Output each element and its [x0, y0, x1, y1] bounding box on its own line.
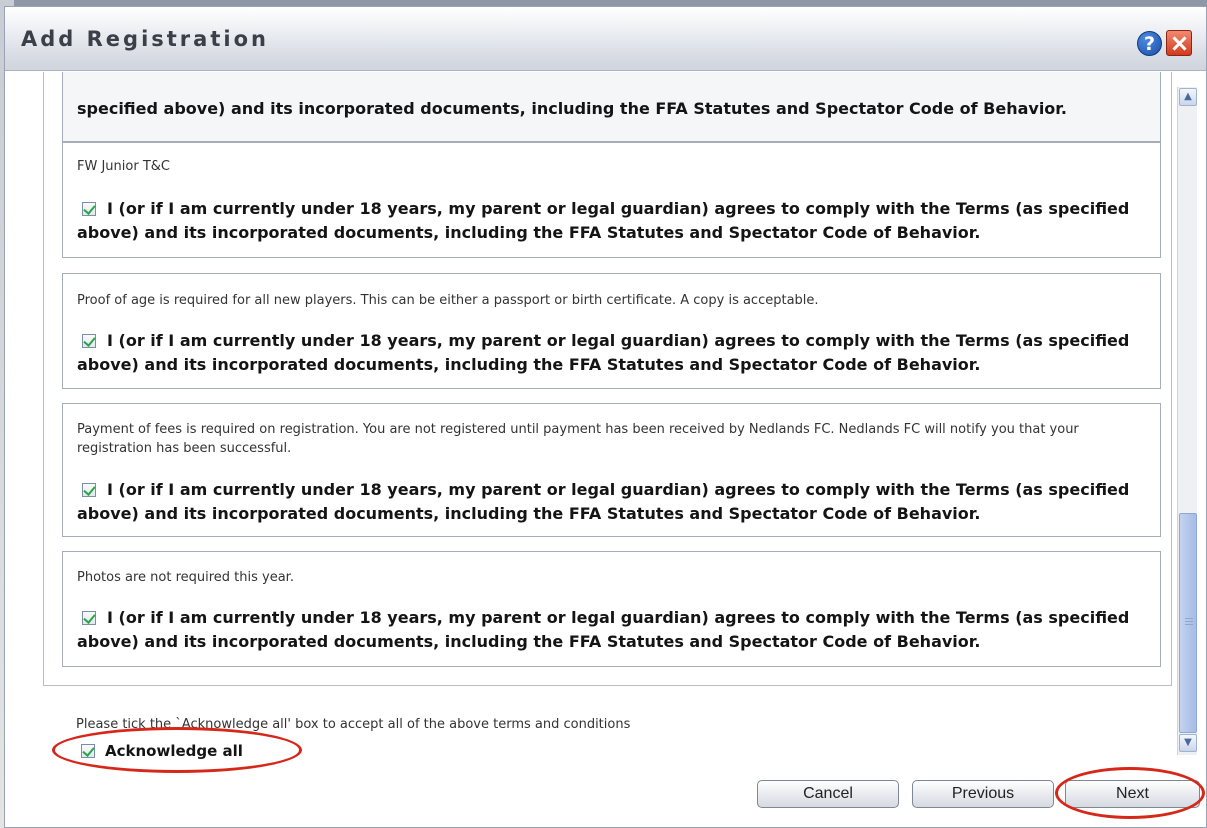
annotation-circle-acknowledge	[52, 727, 302, 773]
help-icon[interactable]: ?	[1137, 31, 1162, 56]
tc-agreement-row: I (or if I am currently under 18 years, …	[77, 478, 1157, 526]
vertical-scrollbar[interactable]: ▲ ▼	[1177, 87, 1197, 755]
agree-checkbox[interactable]	[82, 202, 96, 216]
tc-agreement-row: specified above) and its incorporated do…	[77, 97, 1157, 121]
tc-section-heading: FW Junior T&C	[77, 159, 170, 174]
agree-checkbox[interactable]	[82, 611, 96, 625]
tc-agreement-row: I (or if I am currently under 18 years, …	[77, 329, 1157, 377]
scrollbar-thumb[interactable]	[1179, 513, 1197, 733]
tc-agreement-text: I (or if I am currently under 18 years, …	[77, 199, 1130, 242]
tc-agreement-row: I (or if I am currently under 18 years, …	[77, 197, 1157, 245]
scroll-up-icon[interactable]: ▲	[1179, 88, 1197, 106]
cancel-button[interactable]: Cancel	[757, 780, 899, 808]
terms-scroll-area[interactable]: specified above) and its incorporated do…	[5, 72, 1175, 716]
tc-section: FW Junior T&C I (or if I am currently un…	[62, 142, 1161, 258]
tc-section-partial: specified above) and its incorporated do…	[62, 72, 1161, 142]
tc-agreement-text: specified above) and its incorporated do…	[77, 99, 1067, 118]
tc-section-heading: Proof of age is required for all new pla…	[77, 293, 819, 308]
close-icon[interactable]	[1166, 30, 1192, 56]
dialog-title: Add Registration	[21, 27, 269, 51]
tc-agreement-text: I (or if I am currently under 18 years, …	[77, 608, 1130, 651]
tc-section-heading: Photos are not required this year.	[77, 570, 294, 585]
tc-section-heading: Payment of fees is required on registrat…	[77, 422, 1079, 456]
agree-checkbox[interactable]	[82, 483, 96, 497]
add-registration-dialog: Add Registration ? specified above) and …	[4, 6, 1207, 828]
tc-agreement-text: I (or if I am currently under 18 years, …	[77, 331, 1130, 374]
tc-section: Proof of age is required for all new pla…	[62, 273, 1161, 389]
agree-checkbox[interactable]	[82, 334, 96, 348]
scroll-down-icon[interactable]: ▼	[1179, 734, 1197, 752]
tc-section: Payment of fees is required on registrat…	[62, 403, 1161, 537]
previous-button[interactable]: Previous	[912, 780, 1054, 808]
dialog-titlebar[interactable]: Add Registration ?	[5, 7, 1206, 71]
tc-agreement-text: I (or if I am currently under 18 years, …	[77, 480, 1130, 523]
tc-section: Photos are not required this year. I (or…	[62, 551, 1161, 667]
tc-agreement-row: I (or if I am currently under 18 years, …	[77, 606, 1157, 654]
annotation-circle-next	[1055, 767, 1205, 819]
